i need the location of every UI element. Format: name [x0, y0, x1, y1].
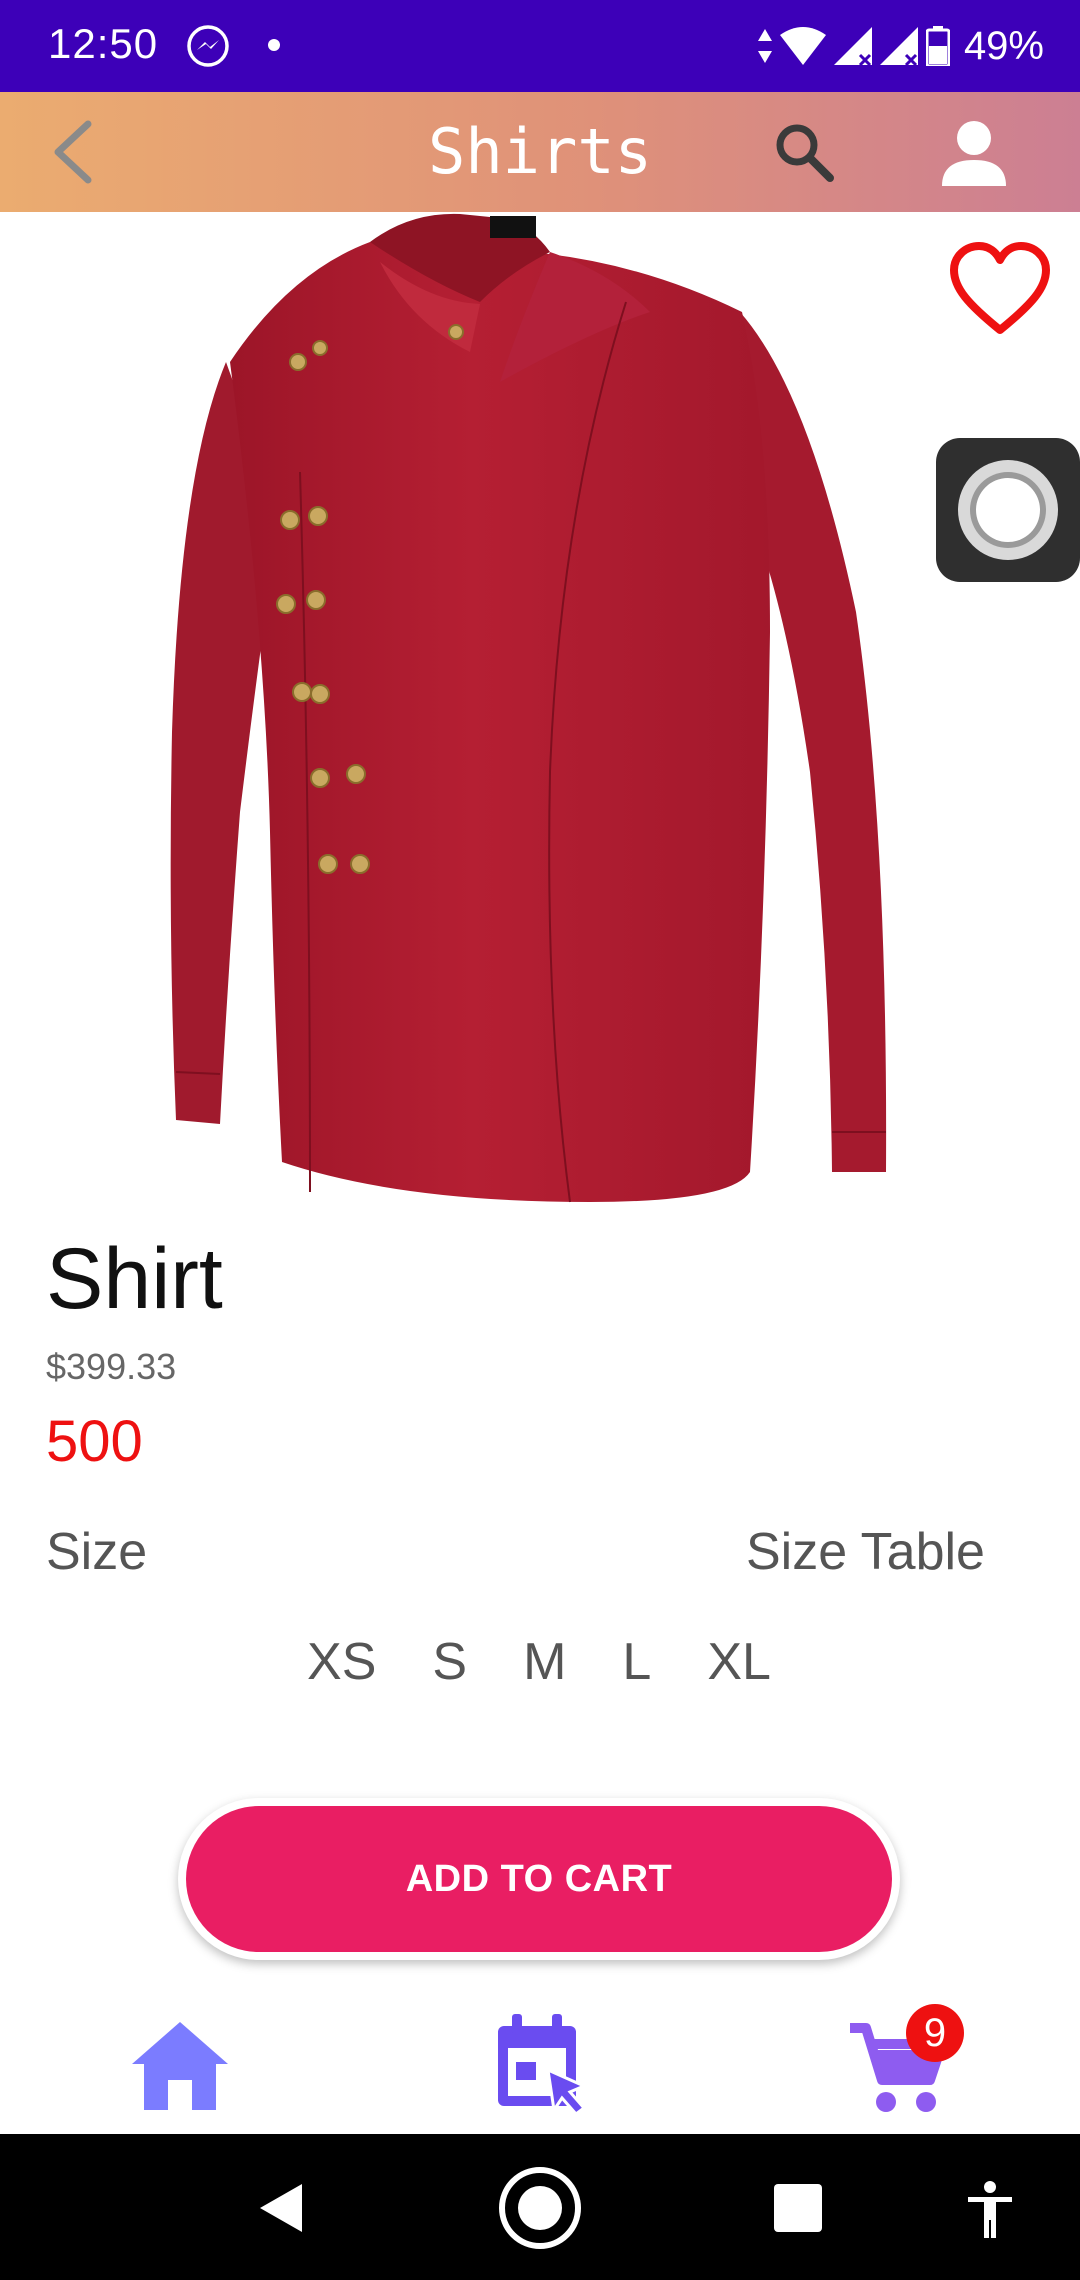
system-nav-bar [0, 2134, 1080, 2280]
size-label: Size [46, 1523, 148, 1581]
page-title: Shirts [428, 115, 652, 188]
user-profile-icon[interactable] [936, 114, 1012, 190]
favorite-heart-icon[interactable] [948, 242, 1052, 336]
product-image [170, 213, 887, 1203]
messenger-icon [187, 25, 229, 67]
signal-icon [833, 27, 872, 65]
size-options: XS S M L XL [0, 1632, 1080, 1692]
assistive-touch-button[interactable] [936, 438, 1080, 582]
search-icon[interactable] [770, 118, 838, 186]
notification-dot-icon [268, 39, 280, 51]
system-home-icon[interactable] [496, 2164, 584, 2252]
system-recents-icon[interactable] [774, 2184, 822, 2232]
data-arrows-icon [757, 29, 772, 63]
calendar-icon[interactable] [492, 2012, 588, 2116]
battery-percent: 49% [963, 23, 1044, 68]
original-price: $399.33 [46, 1346, 177, 1387]
add-to-cart-button[interactable]: ADD TO CART [186, 1806, 892, 1952]
size-option-xl[interactable]: XL [703, 1632, 775, 1692]
app-bar: Shirts [0, 92, 1080, 212]
assistive-ring-icon [958, 460, 1058, 560]
status-time: 12:50 [48, 20, 159, 67]
status-icons: 4 49% [757, 20, 1044, 72]
product-price: 500 [46, 1409, 143, 1474]
battery-icon [925, 26, 950, 66]
size-option-l[interactable]: L [618, 1632, 655, 1692]
size-option-m[interactable]: M [519, 1632, 570, 1692]
product-name: Shirt [46, 1231, 223, 1327]
system-back-icon[interactable] [256, 2182, 304, 2234]
size-table-link[interactable]: Size Table [746, 1522, 985, 1582]
home-icon[interactable] [128, 2018, 232, 2114]
wifi-icon: 4 [779, 27, 826, 65]
svg-text:4: 4 [810, 50, 818, 64]
size-option-s[interactable]: S [428, 1632, 471, 1692]
signal-icon [879, 27, 918, 65]
accessibility-icon[interactable] [966, 2180, 1014, 2240]
cart-count-badge: 9 [906, 2004, 964, 2062]
bottom-nav: 9 [0, 1992, 1080, 2134]
size-option-xs[interactable]: XS [303, 1632, 380, 1692]
status-bar: 12:50 4 49% [0, 0, 1080, 92]
